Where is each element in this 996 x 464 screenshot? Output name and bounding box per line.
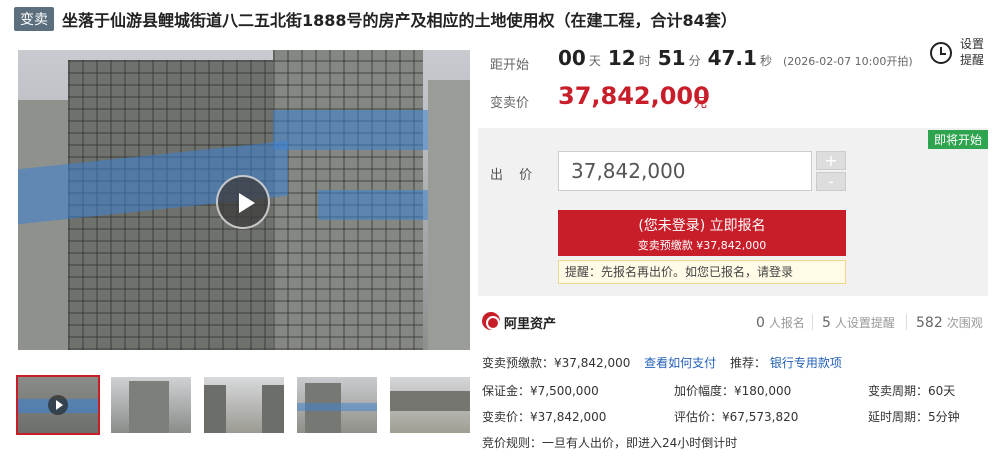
login-tip: 提醒：先报名再出价。如您已报名，请登录 xyxy=(558,260,846,284)
stats-row: 阿里资产 0 人报名 5 人设置提醒 582 次围观 xyxy=(478,304,988,340)
thumbnail-image[interactable] xyxy=(204,377,284,433)
play-icon xyxy=(48,395,68,415)
bid-amount-input[interactable]: 37,842,000 xyxy=(558,151,812,191)
countdown-values: 00 天 12 时 51 分 47.1 秒 (2026-02-07 10:00开… xyxy=(558,46,913,70)
title-row: 变卖 坐落于仙游县鲤城街道八二五北街1888号的房产及相应的土地使用权（在建工程… xyxy=(14,6,737,32)
thumbnail-image[interactable] xyxy=(111,377,191,433)
how-to-pay-link[interactable]: 查看如何支付 xyxy=(644,356,716,370)
ali-assets-logo-icon xyxy=(482,312,500,330)
bid-box: 即将开始 出 价 37,842,000 + - (您未登录) 立即报名 变卖预缴… xyxy=(478,128,988,296)
prepay-row: 变卖预缴款：¥37,842,000 查看如何支付 推荐： 银行专用款项 xyxy=(482,356,842,370)
countdown: 距开始 00 天 12 时 51 分 47.1 秒 (2026-02-07 10… xyxy=(478,34,988,118)
signup-count: 0 人报名 xyxy=(756,315,805,331)
signup-label: (您未登录) 立即报名 xyxy=(638,218,766,234)
delay-period: 延时周期：5分钟 xyxy=(868,410,960,424)
set-reminder-button[interactable]: 设置提醒 xyxy=(930,36,990,72)
countdown-minutes: 51 xyxy=(657,46,686,70)
thumbnail-video[interactable] xyxy=(16,375,100,435)
thumbnail-image[interactable] xyxy=(297,377,377,433)
decrease-button[interactable]: - xyxy=(816,172,846,191)
countdown-days: 00 xyxy=(558,46,586,70)
bank-item-link[interactable]: 银行专用款项 xyxy=(770,356,842,370)
start-time-note: (2026-02-07 10:00开拍) xyxy=(782,55,913,68)
signup-deposit: 变卖预缴款 ¥37,842,000 xyxy=(637,239,767,252)
price-unit: 元 xyxy=(694,96,708,111)
reminder-count: 5 人设置提醒 xyxy=(822,315,895,331)
countdown-seconds: 47.1 xyxy=(707,46,757,70)
price-label: 变卖价 xyxy=(490,96,530,111)
page-title: 坐落于仙游县鲤城街道八二五北街1888号的房产及相应的土地使用权（在建工程，合计… xyxy=(62,11,737,30)
bid-label: 出 价 xyxy=(490,168,539,183)
bidding-rule: 竞价规则：一旦有人出价，即进入24小时倒计时 xyxy=(482,436,738,450)
sale-type-tag: 变卖 xyxy=(14,7,54,31)
sale-period: 变卖周期：60天 xyxy=(868,384,956,398)
thumbnail-strip xyxy=(16,375,470,435)
price-value: 37,842,000 xyxy=(558,82,710,110)
main-photo[interactable] xyxy=(18,50,470,350)
appraisal-price: 评估价：¥67,573,820 xyxy=(674,410,799,424)
countdown-label: 距开始 xyxy=(490,58,530,73)
thumbnail-image[interactable] xyxy=(390,377,470,433)
video-play-button[interactable] xyxy=(216,175,270,229)
increase-button[interactable]: + xyxy=(816,151,846,170)
increment: 加价幅度：¥180,000 xyxy=(674,384,792,398)
view-count: 582 次围观 xyxy=(916,315,983,331)
deposit: 保证金：¥7,500,000 xyxy=(482,384,599,398)
signup-button[interactable]: (您未登录) 立即报名 变卖预缴款 ¥37,842,000 xyxy=(558,210,846,256)
status-badge: 即将开始 xyxy=(927,130,988,149)
reminder-label: 设置提醒 xyxy=(960,37,985,67)
alarm-clock-icon xyxy=(930,42,952,64)
sale-price: 变卖价：¥37,842,000 xyxy=(482,410,607,424)
countdown-hours: 12 xyxy=(607,46,636,70)
platform-name: 阿里资产 xyxy=(504,317,557,332)
